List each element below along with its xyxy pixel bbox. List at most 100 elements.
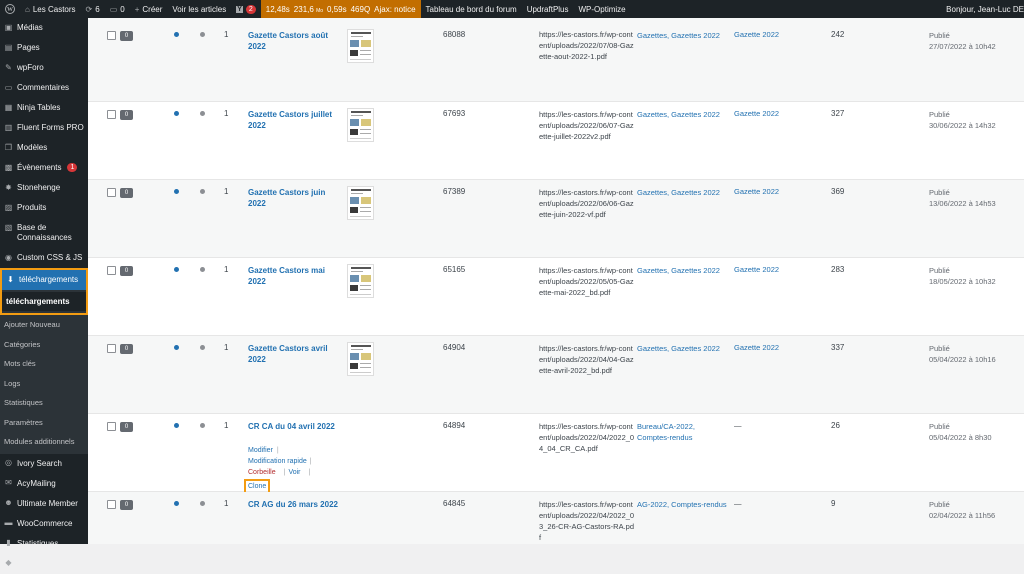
zero-badge: 0 xyxy=(120,31,133,41)
view-posts-link[interactable]: Voir les articles xyxy=(167,0,231,18)
category-links[interactable]: Gazettes, Gazettes 2022 xyxy=(637,343,729,354)
row-checkbox[interactable] xyxy=(107,500,116,509)
menu-item-label: Custom CSS & JS xyxy=(17,253,83,262)
yoast-link[interactable]: Y 2 xyxy=(231,0,261,18)
download-title-link[interactable]: Gazette Castors avril 2022 xyxy=(248,343,338,365)
menu-item-pages[interactable]: ▤ Pages xyxy=(0,38,88,58)
wp-optimize-link[interactable]: WP-Optimize xyxy=(574,0,631,18)
code-icon: ◉ xyxy=(5,252,12,262)
zero-badge: 0 xyxy=(120,344,133,354)
menu-item-code[interactable]: ◉ Custom CSS & JS xyxy=(0,248,88,268)
tag-links[interactable]: Gazette 2022 xyxy=(734,187,814,196)
menu-item-label: Modèles xyxy=(17,143,48,152)
menu-bottom: ◎ Ivory Search ✉ AcyMailing ☻ Ultimate Member… xyxy=(0,454,88,574)
menu-item-member[interactable]: ☻ Ultimate Member xyxy=(0,494,88,514)
download-title-link[interactable]: Gazette Castors juin 2022 xyxy=(248,187,338,209)
updraftplus-link[interactable]: UpdraftPlus xyxy=(522,0,574,18)
menu-item-media[interactable]: ▣ Médias xyxy=(0,18,88,38)
download-title-link[interactable]: CR AG du 26 mars 2022 xyxy=(248,499,338,510)
menu-item-comments[interactable]: ▭ Commentaires xyxy=(0,78,88,98)
submenu-item[interactable]: Mots clés xyxy=(0,354,88,374)
category-links[interactable]: Gazettes, Gazettes 2022 xyxy=(637,109,729,120)
menu-item-forum[interactable]: ✎ wpForo xyxy=(0,58,88,78)
thumbnail-image[interactable] xyxy=(347,108,374,142)
tag-links[interactable]: Gazette 2022 xyxy=(734,343,814,352)
publish-date: 02/04/2022 à 11h56 xyxy=(929,511,996,520)
thumbnail-image[interactable] xyxy=(347,186,374,220)
category-links[interactable]: Gazettes, Gazettes 2022 xyxy=(637,265,729,276)
comments-link[interactable]: ▭ 0 xyxy=(105,0,130,18)
thumbnail-image[interactable] xyxy=(347,342,374,376)
submenu-item[interactable]: Modules additionnels xyxy=(0,432,88,452)
status-label: Publié xyxy=(929,344,950,353)
menu-item-gear[interactable]: ✸ Stonehenge xyxy=(0,178,88,198)
download-title-link[interactable]: Gazette Castors août 2022 xyxy=(248,30,338,52)
menu-item-search[interactable]: ◎ Ivory Search xyxy=(0,454,88,474)
status-dot-icon xyxy=(200,267,205,272)
trash-link[interactable]: Corbeille xyxy=(248,469,276,476)
menu-item-templates[interactable]: ❒ Modèles xyxy=(0,138,88,158)
site-name-link[interactable]: ⌂ Les Castors xyxy=(20,0,81,18)
table-row: 0 1 Gazette Castors juin 2022 67389 https://… xyxy=(88,180,1024,258)
submenu-item[interactable]: Statistiques xyxy=(0,393,88,413)
status-dot-icon xyxy=(174,267,179,272)
row-checkbox[interactable] xyxy=(107,110,116,119)
menu-item-products[interactable]: ▨ Produits xyxy=(0,198,88,218)
publish-status: Publié 27/07/2022 à 10h42 xyxy=(929,30,1024,52)
thumbnail-image[interactable] xyxy=(347,29,374,63)
forum-dashboard-link[interactable]: Tableau de bord du forum xyxy=(421,0,522,18)
separator: | xyxy=(308,469,311,476)
submenu-item-downloads[interactable]: téléchargements xyxy=(2,292,86,311)
row-checkbox[interactable] xyxy=(107,422,116,431)
menu-item-knowledge[interactable]: ▧ Base de Connaissances xyxy=(0,218,88,248)
category-links[interactable]: Bureau/CA-2022, Comptes-rendus xyxy=(637,421,729,443)
mail-icon: ✉ xyxy=(5,478,12,487)
menu-item-label: Produits xyxy=(17,203,47,212)
quick-edit-link[interactable]: Modification rapide xyxy=(248,458,307,465)
submenu-item[interactable]: Ajouter Nouveau xyxy=(0,315,88,335)
status-dot-icon xyxy=(174,423,179,428)
file-url: https://les-castors.fr/wp-content/upload… xyxy=(539,422,635,453)
category-links[interactable]: Gazettes, Gazettes 2022 xyxy=(637,187,729,198)
category-links[interactable]: AG-2022, Comptes-rendus xyxy=(637,499,729,510)
row-checkbox[interactable] xyxy=(107,266,116,275)
download-title-link[interactable]: Gazette Castors mai 2022 xyxy=(248,265,338,287)
menu-item-forms[interactable]: ▥ Fluent Forms PRO xyxy=(0,118,88,138)
submenu-item[interactable]: Catégories xyxy=(0,335,88,355)
knowledge-icon: ▧ xyxy=(4,222,13,232)
edit-link[interactable]: Modifier xyxy=(248,447,273,454)
menu-item-label: Ninja Tables xyxy=(17,103,61,112)
menu-item-table[interactable]: ▦ Ninja Tables xyxy=(0,98,88,118)
menu-item-downloads[interactable]: ⬇ téléchargements xyxy=(2,270,86,290)
download-title-link[interactable]: CR CA du 04 avril 2022 xyxy=(248,421,338,432)
menu-item-label: Pages xyxy=(17,43,40,52)
view-link[interactable]: Voir xyxy=(288,469,300,476)
home-icon: ⌂ xyxy=(25,4,30,14)
row-checkbox[interactable] xyxy=(107,344,116,353)
user-account-link[interactable]: Bonjour, Jean-Luc DE xyxy=(941,0,1024,18)
tag-links[interactable]: Gazette 2022 xyxy=(734,265,814,274)
tag-links[interactable]: Gazette 2022 xyxy=(734,30,814,39)
wordpress-logo[interactable]: W xyxy=(0,0,20,18)
category-links[interactable]: Gazettes, Gazettes 2022 xyxy=(637,30,729,41)
menu-item-mail[interactable]: ✉ AcyMailing xyxy=(0,474,88,494)
separator: | xyxy=(283,469,286,476)
query-monitor-link[interactable]: 12,48s 231,6 Mo 0,59s 469Q Ajax: notice xyxy=(260,0,421,18)
version-number: 1 xyxy=(224,343,229,352)
new-content-link[interactable]: + Créer xyxy=(130,0,168,18)
menu-item-calendar[interactable]: ▩ Évènements 1 xyxy=(0,158,88,178)
thumbnail-image[interactable] xyxy=(347,264,374,298)
row-checkbox[interactable] xyxy=(107,31,116,40)
submenu-item[interactable]: Paramètres xyxy=(0,413,88,433)
menu-item-marketing[interactable]: ◆ Marketing xyxy=(0,554,88,574)
zero-badge: 0 xyxy=(120,266,133,276)
row-checkbox[interactable] xyxy=(107,188,116,197)
download-id: 67693 xyxy=(443,109,466,118)
download-title-link[interactable]: Gazette Castors juillet 2022 xyxy=(248,109,338,131)
download-count: 9 xyxy=(831,499,836,508)
menu-item-woo[interactable]: ▬ WooCommerce xyxy=(0,514,88,534)
submenu-item[interactable]: Logs xyxy=(0,374,88,394)
tag-links[interactable]: Gazette 2022 xyxy=(734,109,814,118)
updates-link[interactable]: ⟳ 6 xyxy=(81,0,105,18)
publish-status: Publié 05/04/2022 à 8h30 xyxy=(929,421,1024,443)
